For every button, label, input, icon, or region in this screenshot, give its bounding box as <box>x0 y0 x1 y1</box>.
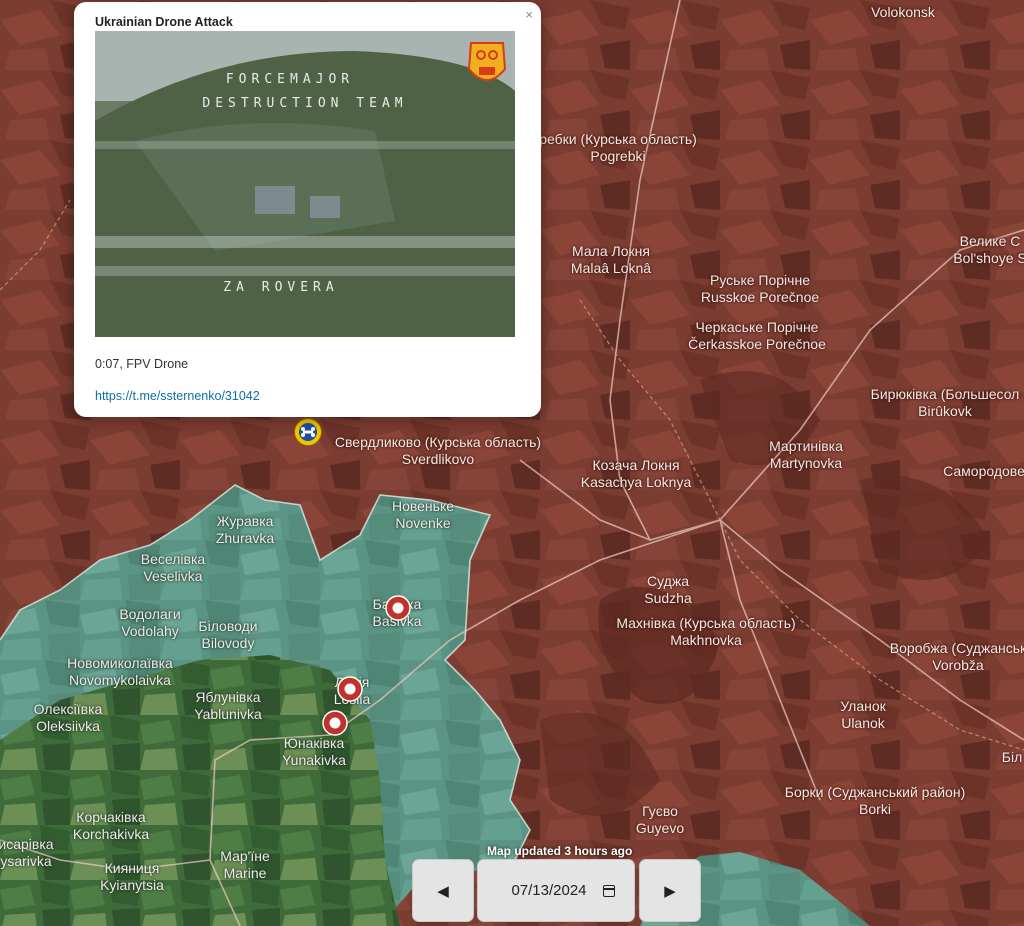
place-label: Гуєво Guyevo <box>635 803 685 836</box>
place-label: Уланок Ulanok <box>840 698 886 731</box>
place-label: Volokonsk <box>871 4 935 20</box>
close-icon[interactable]: × <box>525 7 533 22</box>
place-label: Мала Локня Malaâ Loknâ <box>570 243 652 276</box>
popup-caption: 0:07, FPV Drone <box>95 357 189 371</box>
popup-title: Ukrainian Drone Attack <box>95 15 233 29</box>
place-label: Журавка Zhuravka <box>215 513 275 546</box>
event-popup: Ukrainian Drone Attack × FORCEMAJOR DEST… <box>74 2 541 417</box>
place-label: Біл <box>1001 749 1023 765</box>
date-value: 07/13/2024 <box>511 882 587 899</box>
chevron-right-icon: ▶ <box>664 882 676 900</box>
place-label: Кияниця Kyianytsia <box>100 860 164 893</box>
place-label: Свердликово (Курська область) Sverdlikovo <box>334 434 542 467</box>
place-label: Новеньке Novenke <box>391 498 455 531</box>
place-label: Махнівка (Курська область) Makhnovka <box>616 615 796 648</box>
place-label: Мартинівка Martynovka <box>769 438 843 471</box>
date-picker[interactable]: 07/13/2024 <box>477 859 635 922</box>
video-overlay-text: FORCEMAJOR <box>226 72 354 87</box>
place-label: Новомиколаївка Novomykolaivka <box>67 655 173 688</box>
place-label: Корчаківка Korchakivka <box>72 809 150 842</box>
next-day-button[interactable]: ▶ <box>639 859 701 922</box>
place-label: Бирюківка (Большесол Birûkovk <box>870 386 1020 419</box>
chevron-left-icon: ◀ <box>437 882 449 900</box>
place-label: исарівка ysarivka <box>0 836 54 869</box>
drone-attack-marker[interactable] <box>294 418 322 446</box>
place-label: Юнаківка Yunakivka <box>282 735 346 768</box>
place-label: Козача Локня Kasachya Loknya <box>580 457 692 490</box>
video-thumbnail[interactable]: FORCEMAJOR DESTRUCTION TEAM ZA ROVERA <box>95 31 515 337</box>
place-label: Черкаське Порічне Čerkasskoe Porečnoe <box>688 319 826 352</box>
place-label: Суджа Sudzha <box>644 573 692 606</box>
combat-marker[interactable] <box>385 595 411 621</box>
place-label: Яблунівка Yablunivka <box>194 689 262 722</box>
place-label: Веселівка Veselivka <box>140 551 206 584</box>
place-label: Воробжа (Суджанськ Vorobža <box>889 640 1024 673</box>
explosion-icon <box>337 676 363 702</box>
video-overlay-text: DESTRUCTION TEAM <box>202 96 407 111</box>
source-link[interactable]: https://t.me/ssternenko/31042 <box>95 389 260 403</box>
team-logo-icon <box>467 42 507 81</box>
place-label: Руське Порічне Russkoe Porečnoe <box>700 272 820 305</box>
previous-day-button[interactable]: ◀ <box>412 859 474 922</box>
combat-marker[interactable] <box>322 710 348 736</box>
explosion-icon <box>385 595 411 621</box>
place-label: Мар'їне Marine <box>220 848 270 881</box>
place-label: Самородове <box>943 463 1024 479</box>
place-label: Борки (Суджанський район) Borki <box>784 784 966 817</box>
place-label: Велике С Bol'shoye S <box>953 233 1024 266</box>
combat-marker[interactable] <box>337 676 363 702</box>
video-overlay-text: ZA ROVERA <box>223 280 338 295</box>
place-label: ребки (Курська область) Pogrebki <box>539 131 697 164</box>
map-updated-status: Map updated 3 hours ago <box>487 844 633 858</box>
place-label: Олексіївка Oleksiivka <box>33 701 103 734</box>
drone-icon <box>299 423 317 441</box>
place-label: Водолаги Vodolahy <box>119 606 181 639</box>
place-label: Білов­оди Bilovody <box>198 618 258 651</box>
explosion-icon <box>322 710 348 736</box>
calendar-icon[interactable] <box>602 884 615 897</box>
